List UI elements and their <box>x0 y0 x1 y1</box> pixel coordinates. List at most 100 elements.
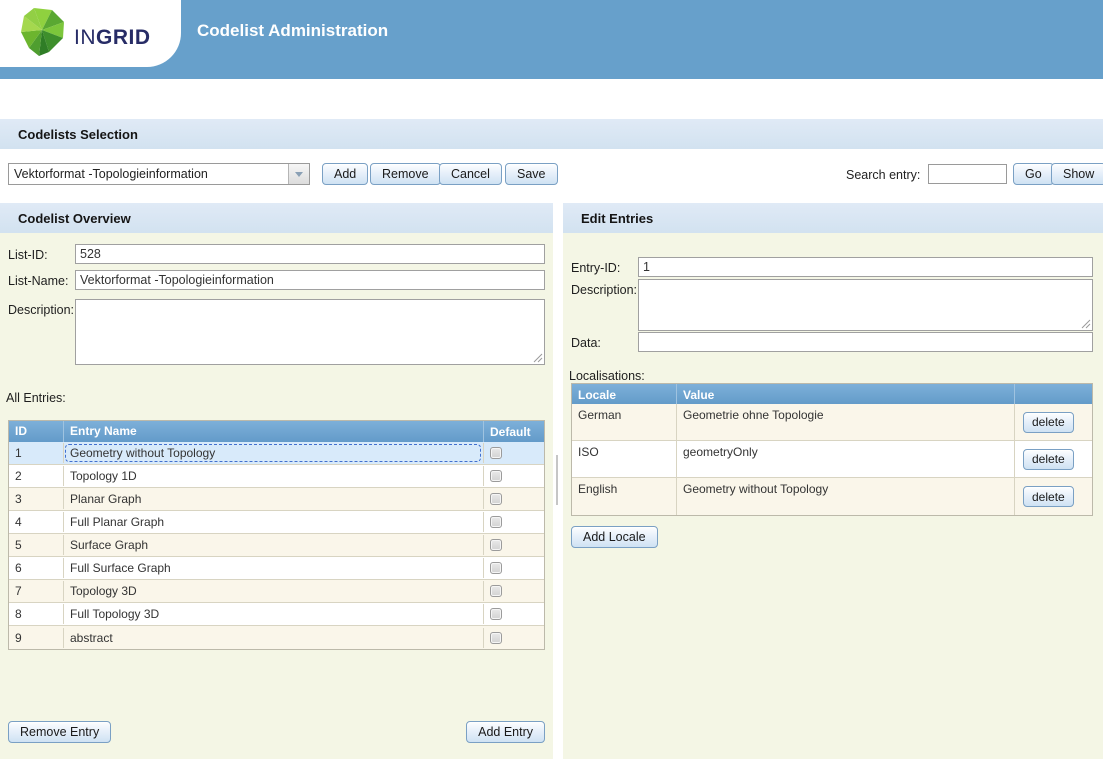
page-title: Codelist Administration <box>197 21 388 41</box>
codelist-select-dropdown-button[interactable] <box>288 164 309 184</box>
delete-locale-button[interactable]: delete <box>1023 449 1074 470</box>
search-entry-input[interactable] <box>928 164 1007 184</box>
locale-value-cell[interactable]: Geometry without Topology <box>677 478 1015 515</box>
locale-actions-cell: delete <box>1015 478 1092 515</box>
entry-id-cell[interactable]: 3 <box>9 489 64 509</box>
entry-row[interactable]: 9 abstract <box>9 626 544 649</box>
add-button[interactable]: Add <box>322 163 368 185</box>
remove-button[interactable]: Remove <box>370 163 441 185</box>
add-entry-button[interactable]: Add Entry <box>466 721 545 743</box>
overview-description-textarea[interactable] <box>75 299 545 365</box>
all-entries-label: All Entries: <box>6 391 66 405</box>
search-entry-label: Search entry: <box>846 168 920 182</box>
entry-id-cell[interactable]: 6 <box>9 558 64 578</box>
column-header-locale: Locale <box>572 384 677 404</box>
locale-actions-cell: delete <box>1015 441 1092 477</box>
cancel-button[interactable]: Cancel <box>439 163 502 185</box>
default-checkbox[interactable] <box>490 447 502 459</box>
entry-id-cell[interactable]: 5 <box>9 535 64 555</box>
column-header-value: Value <box>677 384 1015 404</box>
chevron-down-icon <box>295 172 303 177</box>
localisations-table-header: Locale Value <box>572 384 1092 404</box>
column-header-default: Default <box>484 421 544 442</box>
delete-locale-button[interactable]: delete <box>1023 412 1074 433</box>
entry-default-cell <box>484 490 544 508</box>
default-checkbox[interactable] <box>490 562 502 574</box>
entry-name-cell[interactable]: Topology 3D <box>64 581 484 601</box>
entry-default-cell <box>484 467 544 485</box>
entry-default-cell <box>484 536 544 554</box>
entry-name-cell[interactable]: Full Surface Graph <box>64 558 484 578</box>
entry-row[interactable]: 1 Geometry without Topology <box>9 442 544 465</box>
default-checkbox[interactable] <box>490 585 502 597</box>
entry-row[interactable]: 3 Planar Graph <box>9 488 544 511</box>
entry-row[interactable]: 7 Topology 3D <box>9 580 544 603</box>
remove-entry-button[interactable]: Remove Entry <box>8 721 111 743</box>
show-button[interactable]: Show <box>1051 163 1103 185</box>
entry-row[interactable]: 4 Full Planar Graph <box>9 511 544 534</box>
entry-row[interactable]: 8 Full Topology 3D <box>9 603 544 626</box>
localisations-table: Locale Value German Geometrie ohne Topol… <box>571 383 1093 516</box>
entry-id-input[interactable] <box>638 257 1093 277</box>
entry-id-cell[interactable]: 9 <box>9 628 64 648</box>
delete-locale-button[interactable]: delete <box>1023 486 1074 507</box>
all-entries-table-header: ID Entry Name Default <box>9 421 544 442</box>
default-checkbox[interactable] <box>490 539 502 551</box>
edit-description-label: Description: <box>571 283 637 297</box>
entry-id-cell[interactable]: 7 <box>9 581 64 601</box>
column-header-id: ID <box>9 421 64 442</box>
locale-cell[interactable]: ISO <box>572 441 677 477</box>
entry-id-cell[interactable]: 2 <box>9 466 64 486</box>
codelist-overview-header: Codelist Overview <box>0 203 553 233</box>
default-checkbox[interactable] <box>490 608 502 620</box>
column-header-entry-name: Entry Name <box>64 421 484 442</box>
edit-entries-header: Edit Entries <box>563 203 1103 233</box>
list-name-input[interactable] <box>75 270 545 290</box>
default-checkbox[interactable] <box>490 516 502 528</box>
edit-description-textarea[interactable] <box>638 279 1093 331</box>
entry-row[interactable]: 6 Full Surface Graph <box>9 557 544 580</box>
entry-id-cell[interactable]: 1 <box>9 443 64 463</box>
edit-entries-panel: Entry-ID: Description: Data: Localisatio… <box>563 233 1103 759</box>
localisations-label: Localisations: <box>569 369 645 383</box>
default-checkbox[interactable] <box>490 632 502 644</box>
codelist-select[interactable]: Vektorformat -Topologieinformation <box>8 163 310 185</box>
save-button[interactable]: Save <box>505 163 558 185</box>
entry-default-cell <box>484 559 544 577</box>
data-input[interactable] <box>638 332 1093 352</box>
entry-name-cell[interactable]: Geometry without Topology <box>64 443 484 463</box>
entry-name-cell[interactable]: abstract <box>64 628 484 648</box>
entry-id-cell[interactable]: 4 <box>9 512 64 532</box>
codelist-overview-panel: List-ID: List-Name: Description: All Ent… <box>0 233 553 759</box>
entry-id-cell[interactable]: 8 <box>9 604 64 624</box>
ingrid-logo-text: INGRID <box>74 26 151 50</box>
default-checkbox[interactable] <box>490 470 502 482</box>
locale-value-cell[interactable]: geometryOnly <box>677 441 1015 477</box>
localisations-table-body: German Geometrie ohne Topologie delete I… <box>572 404 1092 515</box>
entry-row[interactable]: 5 Surface Graph <box>9 534 544 557</box>
codelist-overview-title: Codelist Overview <box>18 211 131 226</box>
entry-name-cell[interactable]: Full Planar Graph <box>64 512 484 532</box>
default-checkbox[interactable] <box>490 493 502 505</box>
localisation-row: German Geometrie ohne Topologie delete <box>572 404 1092 441</box>
list-id-input[interactable] <box>75 244 545 264</box>
locale-cell[interactable]: German <box>572 404 677 440</box>
entry-default-cell <box>484 582 544 600</box>
locale-value-cell[interactable]: Geometrie ohne Topologie <box>677 404 1015 440</box>
add-locale-button[interactable]: Add Locale <box>571 526 658 548</box>
localisation-row: ISO geometryOnly delete <box>572 441 1092 478</box>
entry-name-cell[interactable]: Surface Graph <box>64 535 484 555</box>
ingrid-gem-icon <box>18 7 68 61</box>
entry-name-cell[interactable]: Full Topology 3D <box>64 604 484 624</box>
entry-id-label: Entry-ID: <box>571 261 620 275</box>
entry-default-cell <box>484 513 544 531</box>
ingrid-logo: INGRID <box>0 0 181 67</box>
entry-row[interactable]: 2 Topology 1D <box>9 465 544 488</box>
entry-default-cell <box>484 605 544 623</box>
go-button[interactable]: Go <box>1013 163 1054 185</box>
entry-name-cell[interactable]: Planar Graph <box>64 489 484 509</box>
locale-cell[interactable]: English <box>572 478 677 515</box>
entry-name-cell[interactable]: Topology 1D <box>64 466 484 486</box>
entry-default-cell <box>484 444 544 462</box>
column-header-actions <box>1015 384 1092 404</box>
